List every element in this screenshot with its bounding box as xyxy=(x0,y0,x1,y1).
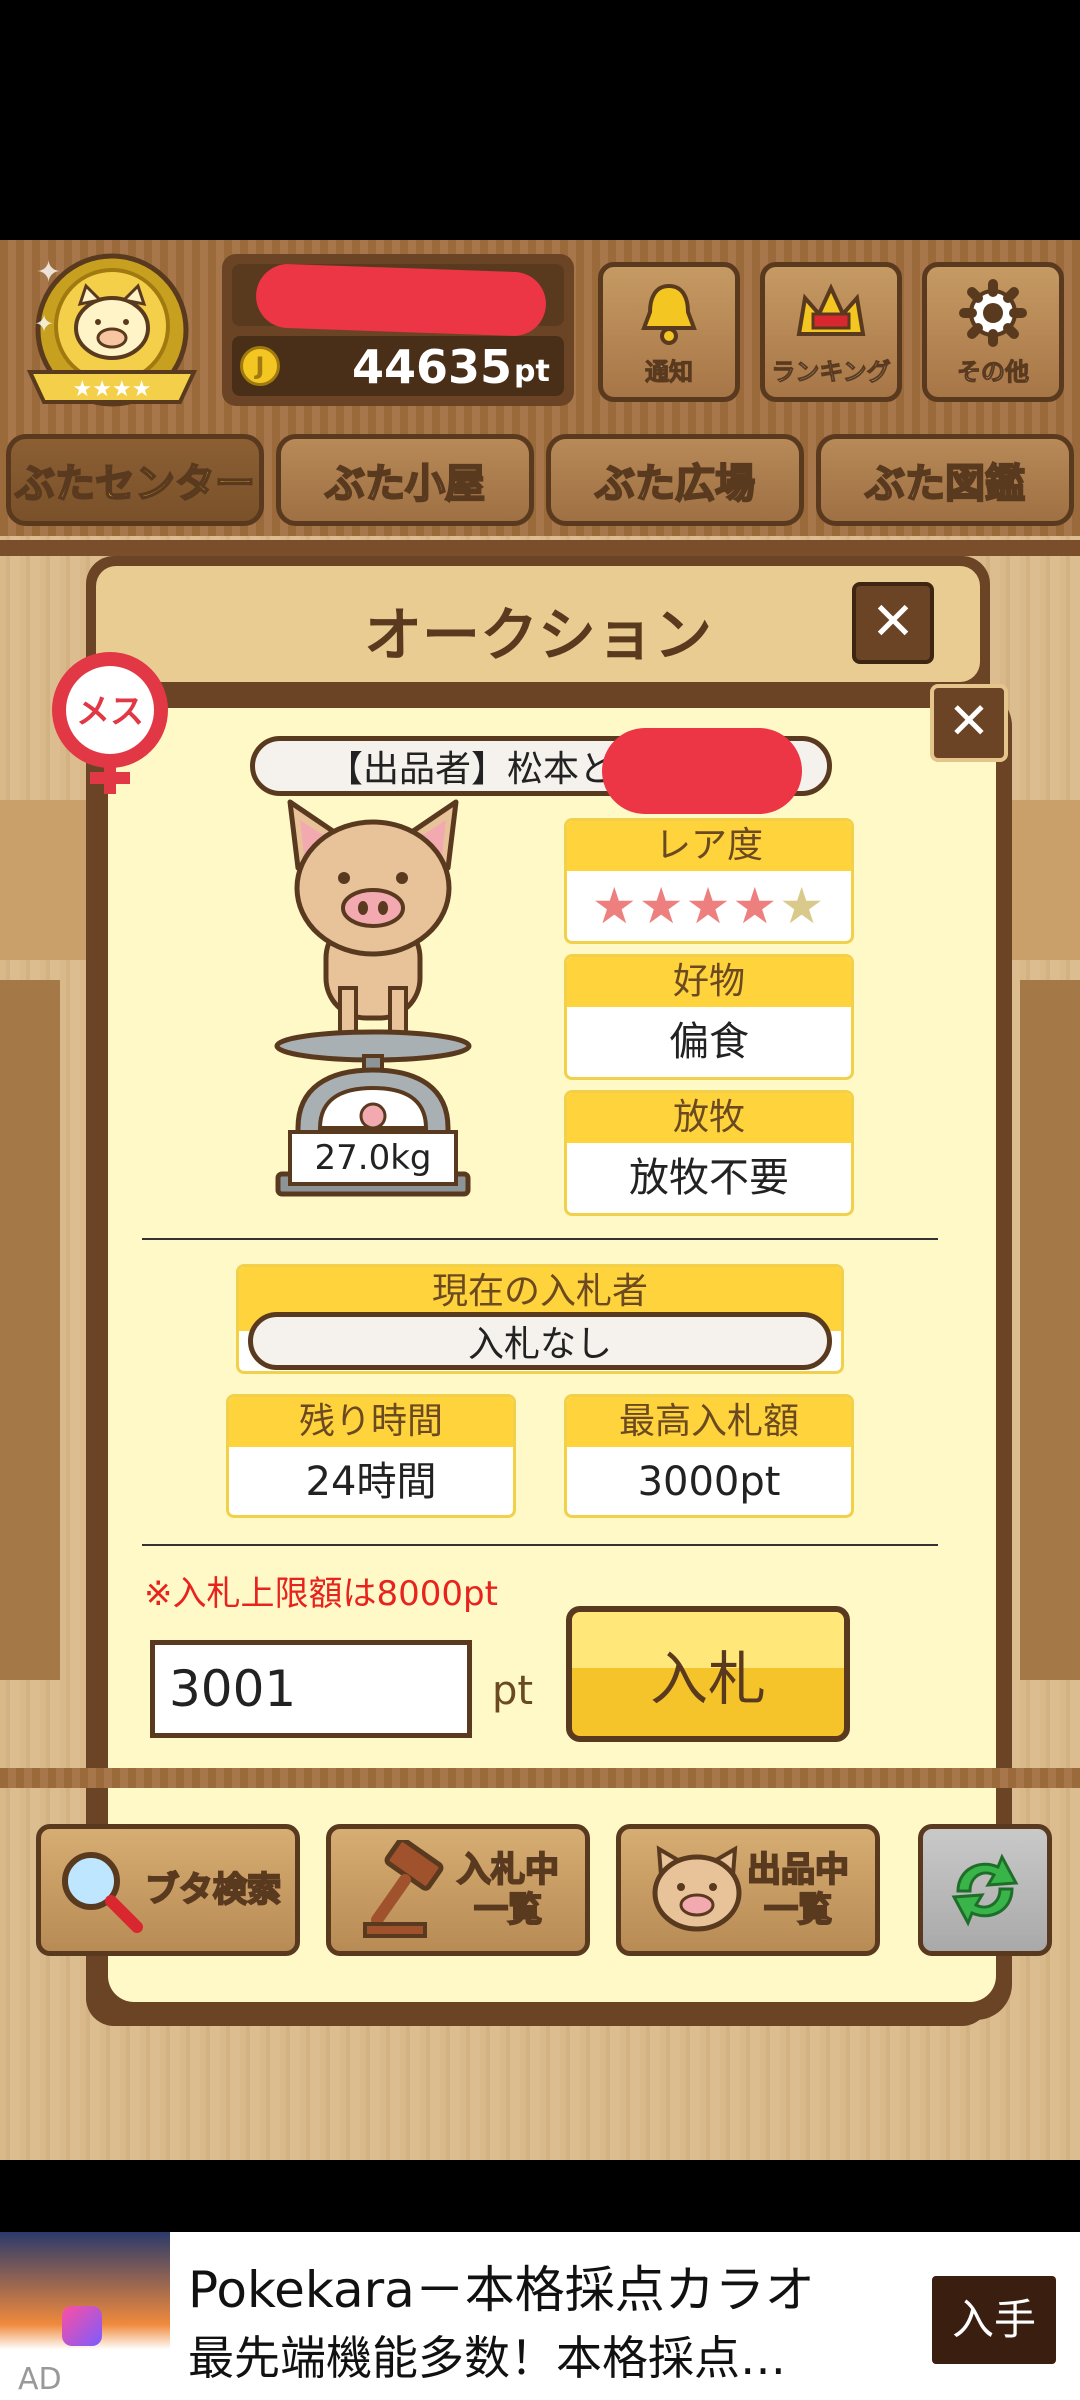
other-button[interactable]: その他 xyxy=(922,262,1064,402)
current-bidder-pill: 入札なし xyxy=(248,1312,832,1370)
favorite-box: 好物 偏食 xyxy=(564,954,854,1080)
notification-button[interactable]: 通知 xyxy=(598,262,740,402)
auction-title: オークション xyxy=(363,601,712,669)
points-row: J 44635 pt xyxy=(232,336,564,396)
gear-icon xyxy=(959,278,1027,347)
star-filled-icon: ★ xyxy=(732,877,780,935)
tab-buta-encyclopedia[interactable]: ぶた図鑑 xyxy=(816,434,1074,526)
gavel-icon xyxy=(363,1840,444,1938)
right-post xyxy=(1020,980,1080,1680)
weight-display: 27.0kg xyxy=(288,1130,458,1186)
pig-medal-icon: ★★★★ ✦ ✦ xyxy=(26,253,198,407)
beam xyxy=(0,540,1080,556)
svg-text:★★★★: ★★★★ xyxy=(73,377,152,402)
divider xyxy=(142,1544,938,1546)
rarity-box: レア度 ★★★★★ xyxy=(564,818,854,944)
svg-text:✦: ✦ xyxy=(36,255,61,290)
redaction-mark xyxy=(602,728,802,814)
redaction-mark xyxy=(254,262,548,338)
bidding-list-label: 入札中 一覧 xyxy=(456,1849,560,1931)
other-label: その他 xyxy=(957,357,1030,386)
ranking-button[interactable]: ランキング xyxy=(760,262,902,402)
game-screen: ★★★★ ✦ ✦ J 44635 pt 通知 ランキング その他 ぶたセンター … xyxy=(0,240,1080,2160)
floor-edge xyxy=(0,1768,1080,1788)
gender-badge: メス xyxy=(46,648,174,798)
star-filled-icon: ★ xyxy=(685,877,733,935)
pig-face-icon xyxy=(652,1845,742,1932)
remaining-time-box: 残り時間 24時間 xyxy=(226,1394,516,1518)
svg-text:✦: ✦ xyxy=(34,310,54,338)
pig-illustration: 27.0kg xyxy=(268,798,478,1218)
bid-unit: pt xyxy=(492,1668,534,1714)
bell-icon xyxy=(641,283,697,345)
ad-badge: AD xyxy=(18,2362,62,2397)
refresh-button[interactable] xyxy=(918,1824,1052,1956)
bid-button[interactable]: 入札 xyxy=(566,1606,850,1742)
magnifier-icon xyxy=(62,1852,143,1933)
points-value: 44635 xyxy=(351,340,512,394)
remaining-time-value: 24時間 xyxy=(305,1459,437,1505)
ad-thumbnail: AD xyxy=(0,2232,170,2400)
favorite-label: 好物 xyxy=(567,957,851,1007)
seller-label: 【出品者】松本と xyxy=(326,749,615,790)
ad-cta-button[interactable]: 入手 xyxy=(932,2276,1056,2364)
auction-title-bar: オークション xyxy=(96,566,980,682)
divider xyxy=(142,1238,938,1240)
gender-label: メス xyxy=(76,692,144,732)
ranking-label: ランキング xyxy=(771,357,891,386)
bidding-list-button[interactable]: 入札中 一覧 xyxy=(326,1824,590,1956)
tab-buta-center[interactable]: ぶたセンター xyxy=(6,434,264,526)
pig-search-button[interactable]: ブタ検索 xyxy=(36,1824,300,1956)
max-bid-label: 最高入札額 xyxy=(567,1397,851,1447)
coin-icon: J xyxy=(240,346,280,386)
remaining-time-label: 残り時間 xyxy=(229,1397,513,1447)
max-bid-value: 3000pt xyxy=(637,1459,781,1505)
tab-buta-plaza[interactable]: ぶた広場 xyxy=(546,434,804,526)
points-unit: pt xyxy=(514,354,550,389)
ad-banner[interactable]: AD Pokekara－本格採点カラオ 最先端機能多数！本格採点… 入手 xyxy=(0,2232,1080,2400)
grazing-label: 放牧 xyxy=(567,1093,851,1143)
tab-buta-hut[interactable]: ぶた小屋 xyxy=(276,434,534,526)
max-bid-box: 最高入札額 3000pt xyxy=(564,1394,854,1518)
star-filled-icon: ★ xyxy=(591,877,639,935)
notification-label: 通知 xyxy=(645,357,694,386)
crown-icon xyxy=(796,282,866,336)
user-status-panel: J 44635 pt xyxy=(222,254,574,406)
favorite-value: 偏食 xyxy=(669,1019,749,1065)
listing-list-button[interactable]: 出品中 一覧 xyxy=(616,1824,880,1956)
auction-close-button[interactable]: ✕ xyxy=(852,582,934,664)
ad-subtitle: 最先端機能多数！本格採点… xyxy=(188,2331,786,2385)
star-filled-icon: ★ xyxy=(638,877,686,935)
bid-limit-note: ※入札上限額は8000pt xyxy=(144,1574,498,1614)
profile-medallion[interactable]: ★★★★ ✦ ✦ xyxy=(20,252,204,416)
grazing-box: 放牧 放牧不要 xyxy=(564,1090,854,1216)
refresh-icon xyxy=(951,1853,1019,1927)
rarity-label: レア度 xyxy=(567,821,851,871)
app-logo-icon xyxy=(62,2306,102,2346)
left-post xyxy=(0,980,60,1680)
listing-list-label: 出品中 一覧 xyxy=(746,1849,850,1931)
bid-amount-input[interactable] xyxy=(150,1640,472,1738)
pig-search-label: ブタ検索 xyxy=(144,1869,282,1911)
detail-close-button[interactable]: ✕ xyxy=(930,684,1008,762)
star-empty-icon: ★ xyxy=(779,877,827,935)
ad-title: Pokekara－本格採点カラオ xyxy=(188,2261,815,2319)
rarity-stars: ★★★★★ xyxy=(567,871,851,941)
grazing-value: 放牧不要 xyxy=(629,1155,789,1201)
